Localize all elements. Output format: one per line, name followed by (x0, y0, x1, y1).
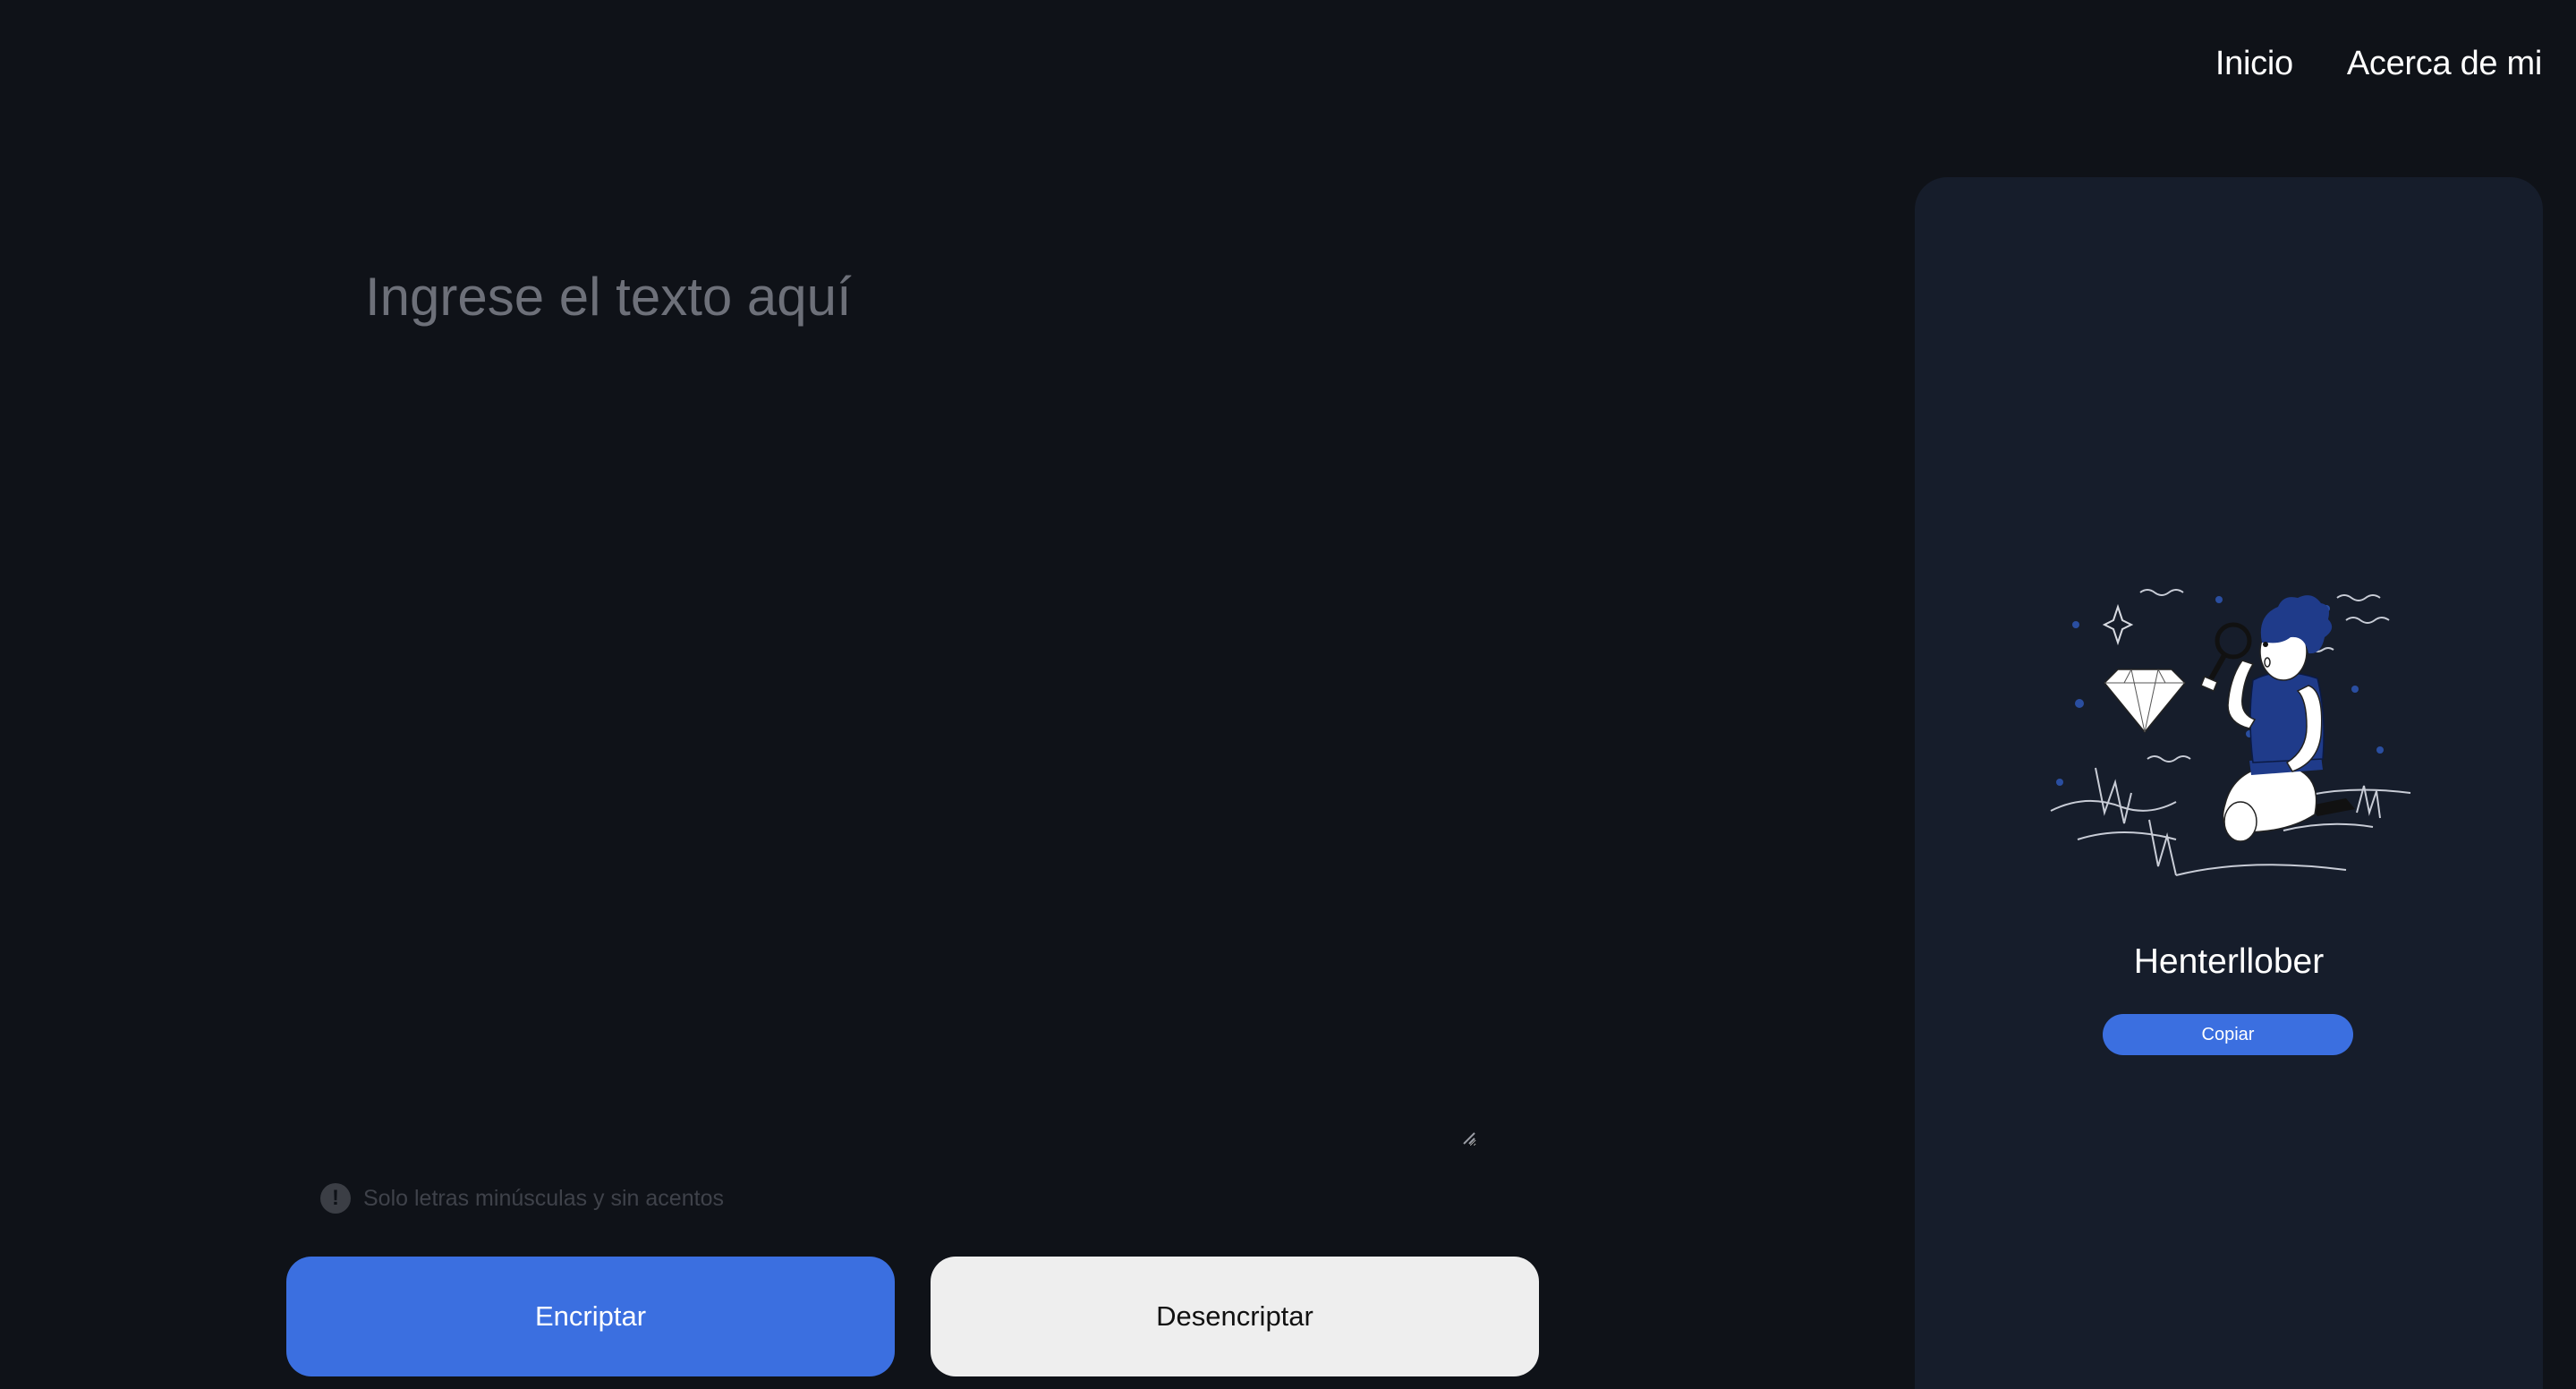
exclamation-circle-icon: ! (320, 1183, 351, 1214)
searching-person-illustration (2050, 589, 2411, 876)
output-text: Henterllober (2133, 942, 2325, 981)
nav-link-acerca-de-mi[interactable]: Acerca de mi (2347, 45, 2542, 83)
text-input[interactable] (358, 255, 1476, 1146)
resize-handle-icon[interactable] (1460, 1129, 1476, 1146)
top-nav: Inicio Acerca de mi (2215, 45, 2542, 83)
output-panel: Henterllober Copiar (1915, 177, 2543, 1389)
input-hint: ! Solo letras minúsculas y sin acentos (320, 1183, 724, 1214)
decrypt-button[interactable]: Desencriptar (931, 1257, 1539, 1376)
nav-link-inicio[interactable]: Inicio (2215, 45, 2293, 83)
encrypt-button[interactable]: Encriptar (286, 1257, 895, 1376)
page: Inicio Acerca de mi ! Solo letras minúsc… (0, 0, 2576, 1389)
hint-text: Solo letras minúsculas y sin acentos (363, 1185, 724, 1211)
copy-button[interactable]: Copiar (2103, 1014, 2353, 1055)
